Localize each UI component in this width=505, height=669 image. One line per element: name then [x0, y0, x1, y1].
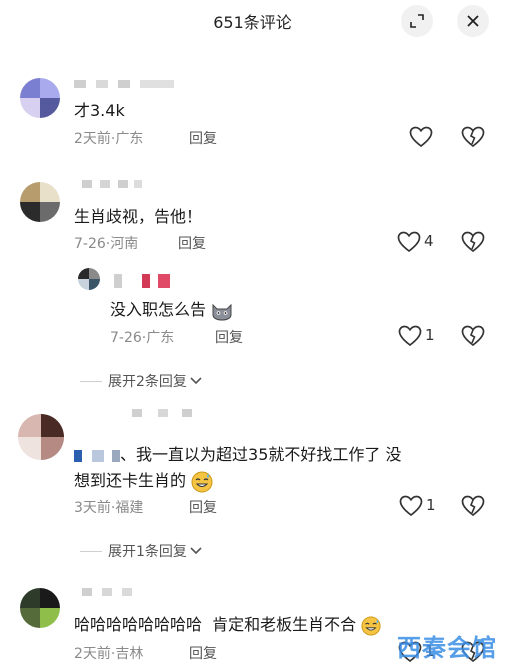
- comment-text-line2-wrap: 想到还卡生肖的: [74, 467, 213, 493]
- reply-text-content: 没入职怎么告: [110, 300, 207, 319]
- heart-icon[interactable]: [399, 495, 423, 517]
- reply-text: 没入职怎么告: [110, 296, 233, 321]
- comments-header: 651条评论: [0, 0, 505, 44]
- sweat-laugh-emoji: [361, 615, 381, 636]
- watermark: 西秦会馆: [397, 628, 497, 663]
- reply-button[interactable]: 回复: [189, 643, 217, 663]
- expand-replies-label: 展开2条回复: [108, 374, 187, 390]
- avatar-pixel: [41, 414, 64, 437]
- reply-location: 广东: [146, 330, 175, 346]
- avatar-pixel: [78, 268, 89, 279]
- heart-icon[interactable]: [409, 126, 433, 148]
- comment-text: 哈哈哈哈哈哈哈哈 肯定和老板生肖不合: [74, 611, 381, 636]
- avatar-pixel: [20, 588, 40, 608]
- avatar-pixel: [18, 414, 41, 437]
- cat-face-emoji: [212, 303, 232, 321]
- comment-meta: 2天前·吉林: [74, 646, 144, 662]
- mention-redacted[interactable]: [74, 449, 120, 462]
- broken-heart-icon[interactable]: [461, 231, 485, 253]
- chevron-down-icon: [190, 377, 202, 385]
- chevron-down-icon: [190, 547, 202, 555]
- comment-time: 7-26: [74, 236, 106, 252]
- comment-text-prefix: 、: [120, 445, 137, 464]
- reply-button[interactable]: 回复: [215, 327, 243, 347]
- avatar-pixel: [89, 268, 100, 279]
- expand-arrows-icon: [410, 14, 424, 28]
- sweat-smile-emoji: [191, 471, 213, 492]
- reply-time: 7-26: [110, 330, 142, 346]
- broken-heart-icon[interactable]: [461, 495, 485, 517]
- avatar-pixel: [20, 98, 40, 118]
- avatar-pixel: [78, 279, 89, 290]
- username-redacted[interactable]: [82, 588, 132, 596]
- comment-time: 2天前: [74, 646, 111, 662]
- reply-button[interactable]: 回复: [189, 497, 217, 517]
- comment-text: 生肖歧视，告他！: [74, 207, 203, 226]
- like-count: 4: [424, 232, 434, 250]
- comment-time: 2天前: [74, 131, 111, 147]
- expand-replies-label: 展开1条回复: [108, 544, 187, 560]
- avatar[interactable]: [20, 588, 60, 628]
- comment-text: 、我一直以为超过35就不好找工作了 没: [74, 441, 401, 465]
- avatar-pixel: [40, 78, 60, 98]
- avatar-pixel: [20, 78, 40, 98]
- reply-button[interactable]: 回复: [189, 128, 217, 148]
- reply-button[interactable]: 回复: [178, 233, 206, 253]
- comment-text-line1: 我一直以为超过35就不好找工作了 没: [136, 445, 402, 464]
- avatar-pixel: [40, 98, 60, 118]
- avatar[interactable]: [20, 182, 60, 222]
- avatar-pixel: [40, 182, 60, 202]
- comment-text-line2: 想到还卡生肖的: [74, 471, 187, 490]
- like-count: 1: [426, 496, 436, 514]
- username-redacted[interactable]: [82, 180, 142, 188]
- divider-line: [80, 380, 102, 382]
- avatar-pixel: [41, 437, 64, 460]
- expand-replies-button[interactable]: 展开2条回复: [80, 371, 203, 391]
- avatar[interactable]: [20, 78, 60, 118]
- broken-heart-icon[interactable]: [461, 126, 485, 148]
- username-redacted[interactable]: [114, 274, 178, 288]
- comment-meta: 2天前·广东: [74, 131, 144, 147]
- avatar-pixel: [20, 608, 40, 628]
- close-button[interactable]: [457, 5, 489, 37]
- avatar-pixel: [40, 588, 60, 608]
- heart-icon[interactable]: [397, 231, 421, 253]
- comment-location: 河南: [110, 236, 139, 252]
- comment-location: 吉林: [115, 646, 144, 662]
- heart-icon[interactable]: [398, 325, 422, 347]
- comment-location: 福建: [115, 500, 144, 516]
- broken-heart-icon[interactable]: [461, 325, 485, 347]
- reply-meta: 7-26·广东: [110, 330, 175, 346]
- divider-line: [80, 550, 102, 552]
- avatar-pixel: [20, 202, 40, 222]
- comment-time: 3天前: [74, 500, 111, 516]
- comment-text-content: 哈哈哈哈哈哈哈哈 肯定和老板生肖不合: [74, 615, 357, 634]
- avatar-pixel: [40, 608, 60, 628]
- username-redacted[interactable]: [74, 80, 174, 88]
- comment-meta: 7-26·河南: [74, 236, 139, 252]
- avatar-pixel: [40, 202, 60, 222]
- avatar-pixel: [18, 437, 41, 460]
- comment-location: 广东: [115, 131, 144, 147]
- comment-meta: 3天前·福建: [74, 500, 144, 516]
- avatar[interactable]: [18, 414, 64, 460]
- comment-text: 才3.4k: [74, 101, 125, 120]
- avatar-pixel: [20, 182, 40, 202]
- username-redacted[interactable]: [132, 409, 192, 417]
- expand-replies-button[interactable]: 展开1条回复: [80, 541, 203, 561]
- expand-button[interactable]: [401, 5, 433, 37]
- avatar-pixel: [89, 279, 100, 290]
- like-count: 1: [425, 326, 435, 344]
- close-icon: [467, 15, 479, 27]
- reply-avatar[interactable]: [78, 268, 100, 290]
- watermark-text: 西秦会馆: [397, 634, 497, 662]
